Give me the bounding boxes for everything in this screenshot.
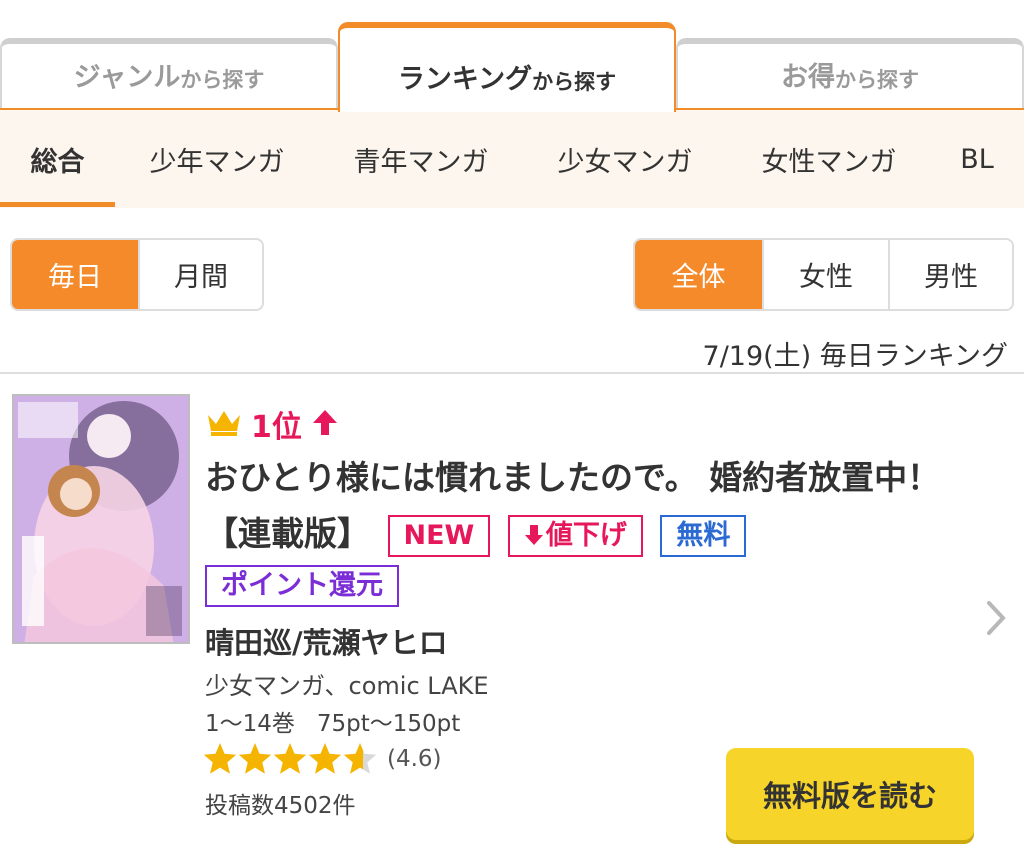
star-icon: [203, 743, 237, 774]
star-rating-graphic: [203, 743, 377, 774]
tab-ranking[interactable]: ランキング から探す: [338, 22, 676, 112]
chevron-right-icon[interactable]: [984, 598, 1010, 642]
new-badge: NEW: [387, 514, 491, 557]
category-bl[interactable]: BL: [944, 110, 1010, 208]
item-title-block[interactable]: おひとり様には慣れましたので。 婚約者放置中！ 【連載版】 NEW 値下げ 無料: [205, 450, 995, 562]
cover-art: [14, 396, 188, 642]
tab-ranking-label: ランキング: [397, 64, 533, 95]
price-down-badge: 値下げ: [507, 514, 643, 557]
down-arrow-icon: [524, 524, 543, 545]
category-shojo[interactable]: 少女マンガ: [536, 110, 714, 208]
audience-female-button[interactable]: 女性: [762, 240, 888, 309]
item-volumes-price: 1〜14巻 75pt〜150pt: [205, 711, 461, 737]
period-toggle: 毎日 月間: [10, 238, 264, 311]
category-josei[interactable]: 女性マンガ: [740, 110, 918, 208]
tab-deals-suffix: から探す: [835, 68, 919, 92]
star-icon: [273, 743, 307, 774]
cover-image[interactable]: [12, 394, 190, 644]
category-seinen[interactable]: 青年マンガ: [332, 110, 510, 208]
period-monthly-button[interactable]: 月間: [138, 240, 262, 309]
point-return-badge: ポイント還元: [205, 565, 399, 607]
review-count: 投稿数4502件: [205, 793, 356, 819]
category-all[interactable]: 総合: [0, 110, 115, 208]
tab-ranking-suffix: から探す: [532, 70, 617, 94]
audience-toggle: 全体 女性 男性: [633, 238, 1014, 311]
audience-all-button[interactable]: 全体: [635, 240, 762, 309]
star-icon: [308, 743, 342, 774]
category-shonen[interactable]: 少年マンガ: [128, 110, 306, 208]
rating-score: (4.6): [387, 746, 442, 772]
rating-stars: (4.6): [203, 742, 442, 776]
rank-up-arrow-icon: [310, 407, 340, 441]
crown-icon: [205, 407, 243, 441]
ranking-date: 7/19(土) 毎日ランキング: [702, 341, 1008, 372]
price-down-label: 値下げ: [545, 519, 627, 551]
star-icon: [238, 743, 272, 774]
rank-line: 1位: [205, 402, 340, 446]
tab-genre-label: ジャンル: [73, 62, 181, 93]
period-daily-button[interactable]: 毎日: [12, 240, 138, 309]
tab-deals-label: お得: [781, 62, 835, 93]
tab-genre-suffix: から探す: [180, 68, 265, 92]
read-free-button[interactable]: 無料版を読む: [726, 748, 974, 840]
item-author[interactable]: 晴田巡/荒瀬ヤヒロ: [205, 620, 448, 662]
divider: [0, 372, 1024, 374]
free-badge: 無料: [660, 514, 747, 557]
category-bar: 総合 少年マンガ 青年マンガ 少女マンガ 女性マンガ BL: [0, 110, 1024, 208]
category-active-indicator: [0, 202, 115, 207]
star-icon: [343, 743, 377, 774]
rank-number: 1位: [251, 410, 302, 445]
item-genre: 少女マンガ、comic LAKE: [205, 672, 489, 700]
audience-male-button[interactable]: 男性: [888, 240, 1012, 309]
top-tabs: ジャンル から探す ランキング から探す お得 から探す: [0, 0, 1024, 112]
tab-deals[interactable]: お得 から探す: [676, 38, 1024, 110]
tab-genre[interactable]: ジャンル から探す: [0, 38, 338, 110]
